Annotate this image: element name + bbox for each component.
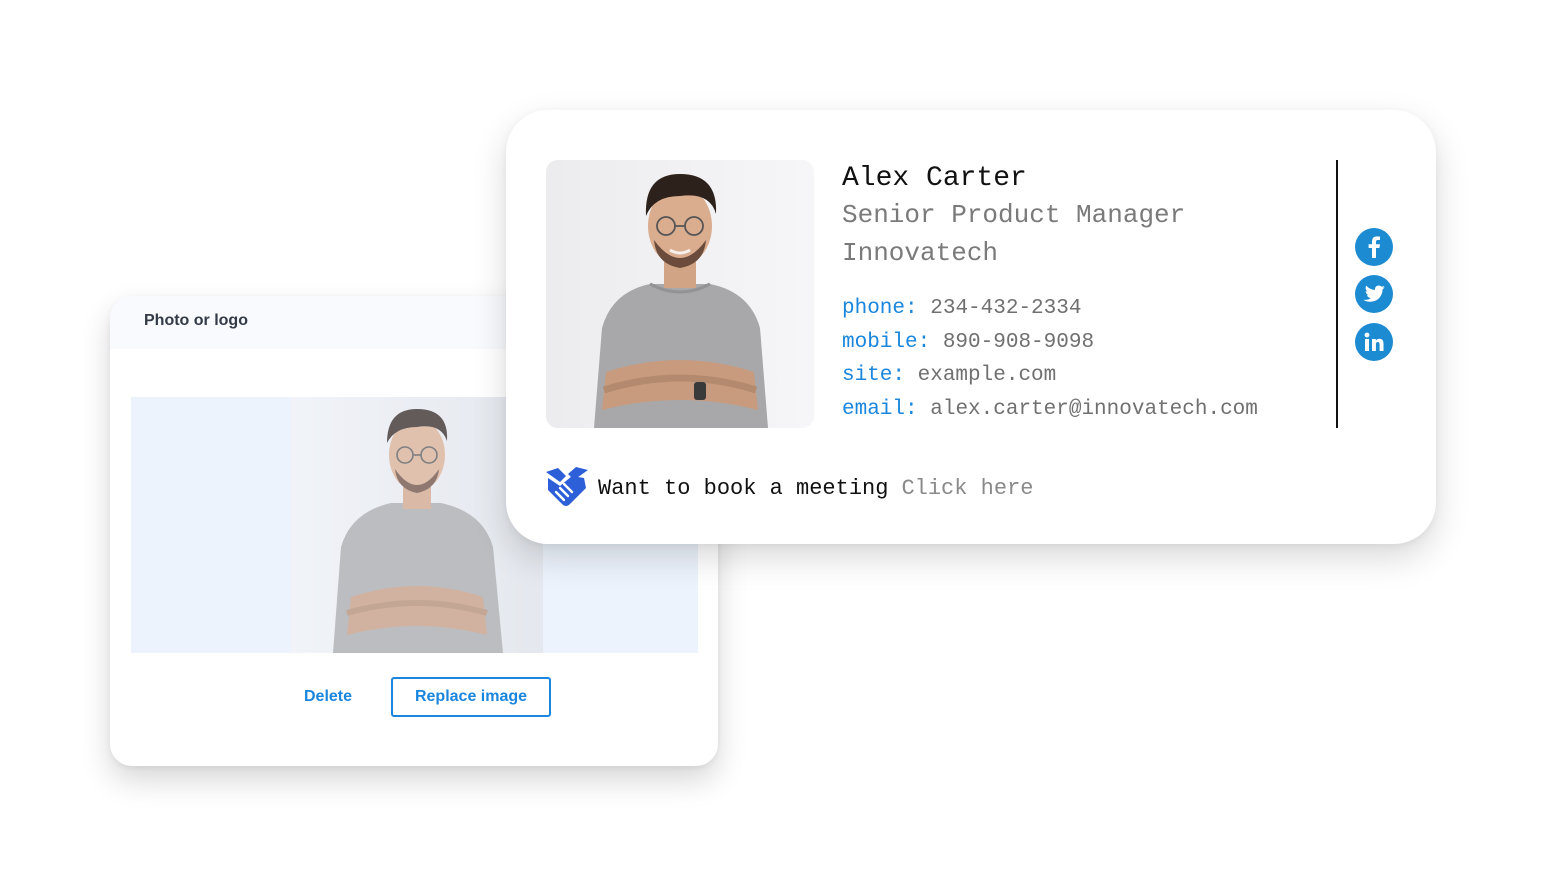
contact-value[interactable]: alex.carter@innovatech.com bbox=[930, 398, 1258, 421]
signature-name: Alex Carter bbox=[842, 163, 1027, 194]
facebook-link[interactable] bbox=[1355, 228, 1393, 266]
contact-site: site: example.com bbox=[842, 359, 1322, 393]
contact-label: phone: bbox=[842, 297, 918, 320]
contact-email: email: alex.carter@innovatech.com bbox=[842, 393, 1322, 427]
signature-photo bbox=[546, 160, 814, 428]
contact-list: phone: 234-432-2334 mobile: 890-908-9098… bbox=[842, 292, 1322, 426]
twitter-link[interactable] bbox=[1355, 275, 1393, 313]
signature-role: Senior Product Manager bbox=[842, 200, 1186, 230]
email-signature-card: Alex Carter Senior Product Manager Innov… bbox=[506, 110, 1436, 544]
signature-company: Innovatech bbox=[842, 238, 999, 268]
contact-label: mobile: bbox=[842, 330, 931, 354]
linkedin-icon bbox=[1364, 332, 1384, 351]
facebook-icon bbox=[1368, 236, 1380, 258]
meeting-text: Want to book a meeting bbox=[598, 475, 889, 501]
contact-value[interactable]: 890-908-9098 bbox=[943, 331, 1094, 354]
contact-phone: phone: 234-432-2334 bbox=[842, 292, 1322, 326]
linkedin-link[interactable] bbox=[1355, 323, 1393, 361]
contact-value[interactable]: 234-432-2334 bbox=[930, 297, 1081, 320]
delete-button[interactable]: Delete bbox=[288, 677, 368, 717]
panel-title: Photo or logo bbox=[144, 312, 248, 329]
contact-value[interactable]: example.com bbox=[918, 364, 1057, 387]
meeting-link[interactable]: Click here bbox=[901, 476, 1033, 501]
contact-mobile: mobile: 890-908-9098 bbox=[842, 326, 1322, 360]
image-actions: Delete Replace image bbox=[110, 677, 718, 719]
replace-image-button[interactable]: Replace image bbox=[391, 677, 551, 717]
portrait-photo bbox=[546, 160, 814, 428]
contact-label: site: bbox=[842, 364, 906, 387]
vertical-divider bbox=[1336, 160, 1338, 428]
signature-info: Alex Carter Senior Product Manager Innov… bbox=[842, 162, 1322, 426]
handshake-icon bbox=[546, 467, 588, 506]
contact-label: email: bbox=[842, 397, 918, 421]
meeting-cta: Want to book a meeting Click here bbox=[544, 466, 1033, 510]
twitter-icon bbox=[1363, 285, 1385, 302]
